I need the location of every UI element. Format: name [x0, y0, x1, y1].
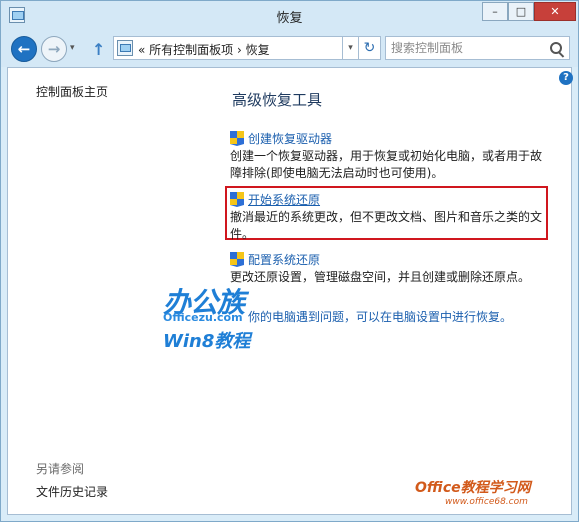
navigation-bar: ← → ▾ ↑ « 所有控制面板项 › 恢复 ▾ ↻: [1, 31, 578, 67]
page-title: 高级恢复工具: [232, 91, 323, 109]
up-button[interactable]: ↑: [92, 40, 105, 59]
watermark-site-name: Office教程学习网: [415, 480, 531, 496]
address-path[interactable]: « 所有控制面板项 › 恢复: [138, 41, 270, 58]
search-box[interactable]: [385, 36, 570, 60]
create-recovery-drive-link[interactable]: 创建恢复驱动器: [248, 130, 332, 147]
back-button[interactable]: ←: [11, 36, 37, 62]
search-input[interactable]: [386, 37, 551, 59]
help-icon[interactable]: ?: [559, 71, 573, 85]
address-bar[interactable]: « 所有控制面板项 › 恢复: [113, 36, 343, 60]
control-panel-home-link[interactable]: 控制面板主页: [36, 83, 108, 100]
search-icon[interactable]: [550, 42, 562, 54]
watermark-site-url: www.office68.com: [445, 497, 528, 507]
watermark-brand-url: Officezu.com: [163, 311, 243, 324]
configure-system-restore-description: 更改还原设置，管理磁盘空间，并且创建或删除还原点。: [230, 270, 531, 284]
maximize-button[interactable]: □: [508, 2, 534, 21]
create-recovery-drive-description: 创建一个恢复驱动器，用于恢复或初始化电脑，或者用于故障排除(即使电脑无法启动时也…: [230, 149, 543, 180]
close-button[interactable]: ✕: [534, 2, 576, 21]
recent-locations-dropdown[interactable]: ▾: [70, 43, 75, 53]
address-dropdown-button[interactable]: ▾: [343, 36, 359, 60]
open-system-restore-link[interactable]: 开始系统还原: [248, 191, 320, 208]
uac-shield-icon: [230, 252, 244, 267]
recovery-tool-configure-restore: 配置系统还原 更改还原设置，管理磁盘空间，并且创建或删除还原点。: [230, 251, 550, 286]
open-system-restore-description: 撤消最近的系统更改，但不更改文档、图片和音乐之类的文件。: [230, 210, 543, 241]
content-area: 控制面板主页 另请参阅 文件历史记录 高级恢复工具 创建恢复驱动器 创建一个恢复…: [7, 67, 572, 515]
control-panel-window: 恢复 – □ ✕ ← → ▾ ↑ « 所有控制面板项 › 恢复 ▾ ↻ 控制面板…: [0, 0, 579, 522]
minimize-button[interactable]: –: [482, 2, 508, 21]
uac-shield-icon: [230, 192, 244, 207]
configure-system-restore-link[interactable]: 配置系统还原: [248, 251, 320, 268]
pc-settings-recovery-link[interactable]: 你的电脑遇到问题，可以在电脑设置中进行恢复。: [248, 308, 512, 325]
uac-shield-icon: [230, 131, 244, 146]
main-pane: 高级恢复工具 创建恢复驱动器 创建一个恢复驱动器，用于恢复或初始化电脑，或者用于…: [210, 68, 571, 514]
title-bar: 恢复 – □ ✕: [1, 1, 578, 31]
forward-button[interactable]: →: [41, 36, 67, 62]
control-panel-icon: [117, 40, 133, 56]
file-history-link[interactable]: 文件历史记录: [36, 483, 108, 500]
watermark-brand-sub: Win8教程: [163, 331, 251, 352]
recovery-tool-system-restore: 开始系统还原 撤消最近的系统更改，但不更改文档、图片和音乐之类的文件。: [230, 191, 552, 243]
recovery-tool-create-drive: 创建恢复驱动器 创建一个恢复驱动器，用于恢复或初始化电脑，或者用于故障排除(即使…: [230, 130, 550, 182]
see-also-label: 另请参阅: [36, 462, 85, 476]
refresh-button[interactable]: ↻: [359, 36, 381, 60]
